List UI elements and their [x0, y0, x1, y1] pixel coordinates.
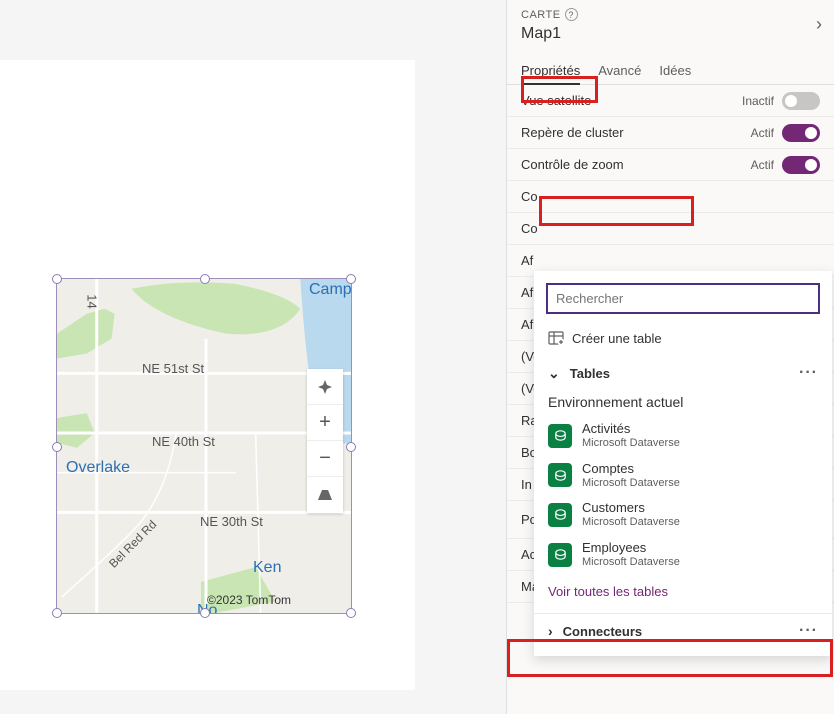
create-table-icon: [548, 330, 564, 346]
prop-zoom: Contrôle de zoom Actif: [507, 149, 834, 181]
table-title: Employees: [582, 541, 680, 556]
street-label: NE 40th St: [152, 434, 215, 449]
tables-list: ActivitésMicrosoft DataverseComptesMicro…: [534, 416, 832, 574]
street-label: NE 30th St: [200, 514, 263, 529]
toggle-cluster[interactable]: [782, 124, 820, 142]
place-label: Overlake: [66, 459, 130, 477]
toggle-zoom[interactable]: [782, 156, 820, 174]
selection-handle[interactable]: [346, 274, 356, 284]
selection-handle[interactable]: [346, 442, 356, 452]
chevron-right-icon: ›: [548, 623, 553, 639]
dataverse-icon: [548, 543, 572, 567]
dataverse-icon: [548, 424, 572, 448]
table-subtitle: Microsoft Dataverse: [582, 477, 680, 490]
panel-header: CARTE ? Map1 ›: [507, 0, 834, 47]
status-text: Actif: [751, 126, 774, 140]
map-control[interactable]: NE 51st St NE 40th St NE 30th St 14 Bel …: [56, 278, 352, 614]
dataverse-icon: [548, 503, 572, 527]
env-label: Environnement actuel: [534, 390, 832, 416]
prop-label: Af: [521, 253, 533, 268]
map-controls: + −: [307, 369, 343, 513]
table-title: Activités: [582, 422, 680, 437]
place-label: Camp: [309, 281, 351, 299]
table-title: Customers: [582, 501, 680, 516]
selection-handle[interactable]: [52, 442, 62, 452]
canvas-area: NE 51st St NE 40th St NE 30th St 14 Bel …: [0, 60, 415, 690]
locate-icon: [318, 380, 332, 394]
selection-handle[interactable]: [200, 274, 210, 284]
pitch-icon: [318, 490, 332, 500]
control-type-label: CARTE: [521, 9, 561, 21]
search-input[interactable]: [556, 291, 810, 306]
map-zoom-out-button[interactable]: −: [307, 441, 343, 477]
selection-handle[interactable]: [52, 274, 62, 284]
prop-label: Contrôle de zoom: [521, 157, 624, 172]
control-type: CARTE ?: [521, 8, 820, 21]
connectors-section-head[interactable]: › Connecteurs ···: [534, 613, 832, 648]
prop-satellite: Vue satellite Inactif: [507, 85, 834, 117]
connectors-heading: Connecteurs: [563, 624, 642, 639]
expand-icon[interactable]: ›: [816, 14, 822, 35]
table-row[interactable]: ActivitésMicrosoft Dataverse: [534, 416, 832, 456]
properties-panel: CARTE ? Map1 › Propriétés Avancé Idées V…: [506, 0, 834, 714]
tab-properties[interactable]: Propriétés: [521, 57, 580, 84]
search-box[interactable]: [546, 283, 820, 314]
table-row[interactable]: CustomersMicrosoft Dataverse: [534, 495, 832, 535]
selection-handle[interactable]: [52, 608, 62, 618]
map-surface[interactable]: NE 51st St NE 40th St NE 30th St 14 Bel …: [57, 279, 351, 613]
map-attribution: ©2023 TomTom: [207, 593, 291, 607]
status-text: Actif: [751, 158, 774, 172]
selection-handle[interactable]: [346, 608, 356, 618]
prop-label: Repère de cluster: [521, 125, 624, 140]
prop-hidden: Co: [507, 181, 834, 213]
map-zoom-in-button[interactable]: +: [307, 405, 343, 441]
prop-label: Co: [521, 189, 538, 204]
prop-hidden: Co: [507, 213, 834, 245]
tab-advanced[interactable]: Avancé: [598, 57, 641, 84]
status-text: Inactif: [742, 94, 774, 108]
table-subtitle: Microsoft Dataverse: [582, 516, 680, 529]
prop-label: In: [521, 477, 532, 492]
dataverse-icon: [548, 463, 572, 487]
chevron-down-icon: ⌄: [548, 365, 560, 382]
tab-ideas[interactable]: Idées: [659, 57, 691, 84]
control-name: Map1: [521, 25, 820, 43]
place-label: Ken: [253, 559, 281, 577]
see-all-tables-link[interactable]: Voir toutes les tables: [534, 574, 832, 609]
map-pitch-button[interactable]: [307, 477, 343, 513]
table-row[interactable]: ComptesMicrosoft Dataverse: [534, 456, 832, 496]
properties-list: Vue satellite Inactif Repère de cluster …: [507, 85, 834, 603]
tables-heading: Tables: [570, 366, 610, 381]
create-table-label: Créer une table: [572, 331, 662, 346]
table-subtitle: Microsoft Dataverse: [582, 556, 680, 569]
street-label: NE 51st St: [142, 361, 204, 376]
road-label: 14: [85, 294, 100, 308]
panel-tabs: Propriétés Avancé Idées: [507, 57, 834, 85]
table-row[interactable]: EmployeesMicrosoft Dataverse: [534, 535, 832, 575]
prop-label: Vue satellite: [521, 93, 591, 108]
prop-label: Co: [521, 221, 538, 236]
table-title: Comptes: [582, 462, 680, 477]
prop-cluster: Repère de cluster Actif: [507, 117, 834, 149]
data-source-popup: Créer une table ⌄ Tables ··· Environnemen…: [534, 271, 832, 656]
tables-section-head[interactable]: ⌄ Tables ···: [534, 356, 832, 390]
more-icon[interactable]: ···: [799, 622, 818, 640]
more-icon[interactable]: ···: [799, 364, 818, 382]
create-table-button[interactable]: Créer une table: [534, 324, 832, 356]
map-locate-button[interactable]: [307, 369, 343, 405]
toggle-satellite[interactable]: [782, 92, 820, 110]
selection-handle[interactable]: [200, 608, 210, 618]
prop-label: Af: [521, 285, 533, 300]
help-icon[interactable]: ?: [565, 8, 578, 21]
table-subtitle: Microsoft Dataverse: [582, 437, 680, 450]
prop-label: Af: [521, 317, 533, 332]
